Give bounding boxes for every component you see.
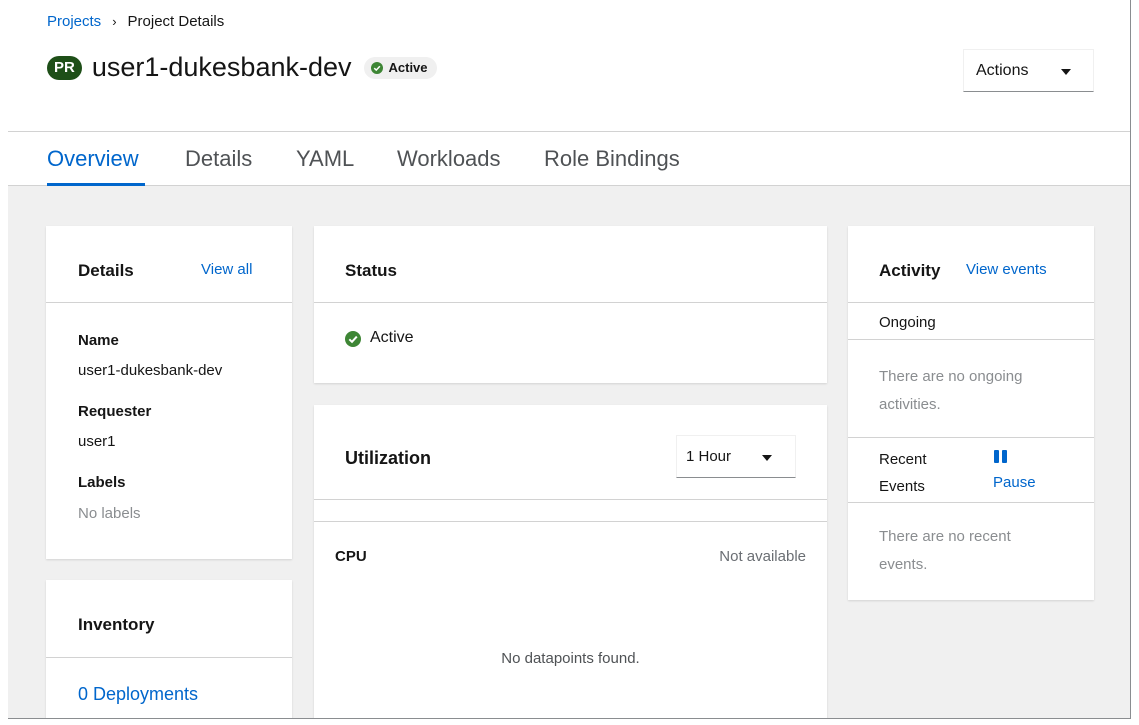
time-range-dropdown[interactable]: 1 Hour <box>676 435 796 478</box>
recent-events-label: Recent Events <box>879 451 927 495</box>
divider <box>314 521 827 522</box>
check-circle-icon <box>370 61 383 74</box>
time-range-value: 1 Hour <box>686 448 732 465</box>
divider <box>848 437 1094 438</box>
activity-card: Activity View events Ongoing There are n… <box>848 226 1094 600</box>
ongoing-empty-state: There are no ongoing activities. <box>879 368 1023 413</box>
page-title: user1-dukesbank-dev <box>91 52 352 82</box>
divider <box>314 302 827 303</box>
caret-down-icon <box>1061 69 1071 75</box>
tab-overview[interactable]: Overview <box>47 146 139 172</box>
breadcrumb: Projects › Project Details <box>47 13 224 30</box>
divider <box>848 339 1094 340</box>
cpu-label: CPU <box>335 548 367 565</box>
details-card: Details View all Name user1-dukesbank-de… <box>46 226 292 559</box>
app-frame: Projects › Project Details PR user1-duke… <box>8 0 1131 719</box>
utilization-card-title: Utilization <box>345 448 431 468</box>
divider <box>848 302 1094 303</box>
requester-value: user1 <box>78 433 116 450</box>
inventory-card: Inventory 0 Deployments <box>46 580 292 718</box>
pause-icon[interactable] <box>994 450 1007 463</box>
view-events-link[interactable]: View events <box>966 261 1047 278</box>
status-card-title: Status <box>345 261 397 280</box>
caret-down-icon <box>762 455 772 461</box>
ongoing-label: Ongoing <box>879 314 936 331</box>
name-label: Name <box>78 332 119 349</box>
divider <box>848 502 1094 503</box>
divider <box>314 499 827 500</box>
actions-dropdown[interactable]: Actions <box>963 49 1094 92</box>
title-row: PR user1-dukesbank-dev Active <box>47 52 437 83</box>
cpu-value: Not available <box>719 548 806 565</box>
tab-bar: Overview Details YAML Workloads Role Bin… <box>8 131 1130 186</box>
details-card-title: Details <box>78 261 134 280</box>
name-value: user1-dukesbank-dev <box>78 362 223 379</box>
actions-label: Actions <box>976 61 1029 79</box>
resource-badge: PR <box>47 55 82 80</box>
details-view-all-link[interactable]: View all <box>201 261 252 278</box>
project-status-value: Active <box>370 329 414 346</box>
tab-details[interactable]: Details <box>185 146 252 172</box>
breadcrumb-separator: › <box>112 14 117 29</box>
deployments-link[interactable]: 0 Deployments <box>78 684 198 705</box>
requester-label: Requester <box>78 403 152 420</box>
divider <box>46 302 292 303</box>
inventory-card-title: Inventory <box>78 615 155 634</box>
activity-card-title: Activity <box>879 261 941 280</box>
status-badge: Active <box>363 56 437 79</box>
breadcrumb-current: Project Details <box>127 13 225 30</box>
page-header: Projects › Project Details PR user1-duke… <box>8 0 1130 131</box>
cpu-empty-state: No datapoints found. <box>501 650 640 667</box>
status-card: Status Active <box>314 226 827 383</box>
labels-value: No labels <box>78 505 141 522</box>
pause-events-button[interactable]: Pause <box>993 474 1036 491</box>
recent-events-empty-state: There are no recent events. <box>879 528 1011 573</box>
tab-workloads[interactable]: Workloads <box>397 146 501 172</box>
utilization-card: Utilization 1 Hour CPU Not available No … <box>314 405 827 718</box>
overview-content: Details View all Name user1-dukesbank-de… <box>8 186 1130 718</box>
divider <box>46 657 292 658</box>
tab-yaml[interactable]: YAML <box>296 146 354 172</box>
tab-role-bindings[interactable]: Role Bindings <box>544 146 680 172</box>
labels-label: Labels <box>78 474 126 491</box>
check-circle-icon <box>345 331 361 347</box>
status-badge-label: Active <box>388 60 428 75</box>
breadcrumb-projects-link[interactable]: Projects <box>47 13 101 30</box>
